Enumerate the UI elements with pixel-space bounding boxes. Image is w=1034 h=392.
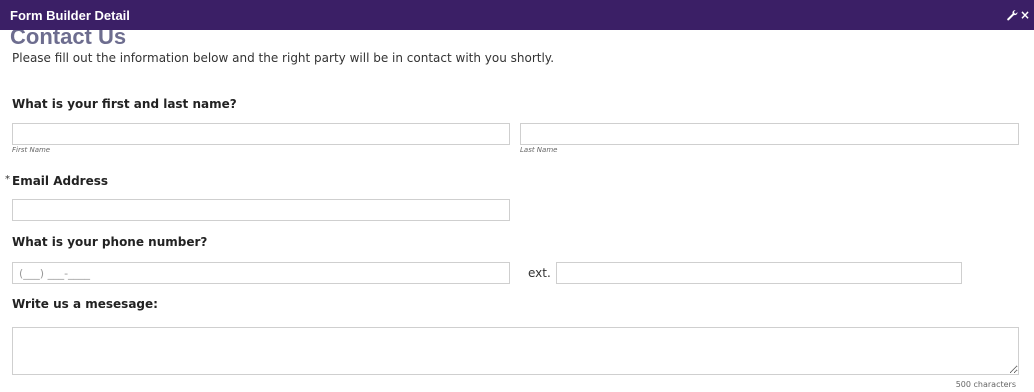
ext-label: ext. [528, 266, 551, 280]
phone-ext-input[interactable] [556, 262, 962, 284]
message-textarea[interactable] [12, 327, 1019, 375]
first-name-sublabel: First Name [12, 146, 51, 154]
last-name-input[interactable] [520, 123, 1019, 145]
phone-question-label: What is your phone number? [12, 235, 208, 249]
wrench-icon[interactable] [1006, 9, 1018, 21]
titlebar-tools: × [1006, 8, 1030, 22]
required-marker: * [5, 174, 10, 185]
name-question-label: What is your first and last name? [12, 97, 237, 111]
email-label: Email Address [12, 174, 109, 188]
form-intro: Please fill out the information below an… [12, 51, 555, 65]
phone-input[interactable] [12, 262, 510, 284]
char-counter: 500 characters [955, 380, 1016, 389]
email-input[interactable] [12, 199, 510, 221]
window-title: Form Builder Detail [10, 7, 130, 23]
last-name-sublabel: Last Name [520, 146, 558, 154]
first-name-input[interactable] [12, 123, 510, 145]
window-titlebar: Form Builder Detail × [0, 0, 1034, 30]
close-icon[interactable]: × [1020, 8, 1030, 22]
message-question-label: Write us a mesesage: [12, 297, 158, 311]
